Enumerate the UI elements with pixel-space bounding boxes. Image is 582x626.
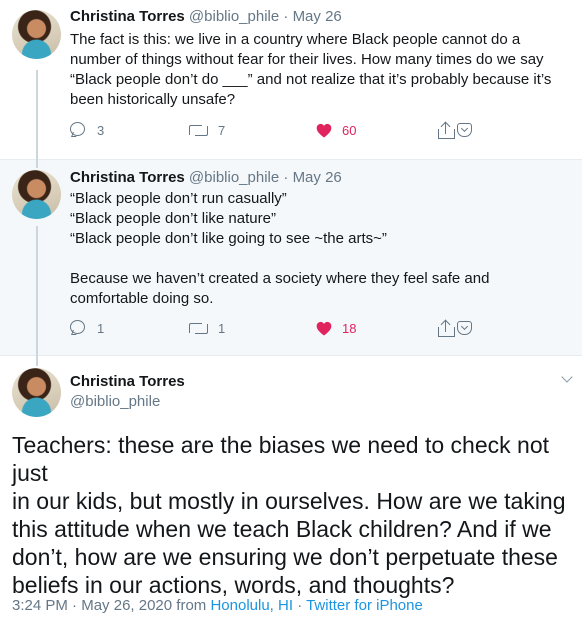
heart-icon [316, 321, 332, 336]
author-handle[interactable]: @biblio_phile [189, 8, 279, 25]
source-link[interactable]: Twitter for iPhone [306, 597, 423, 614]
separator-dot: · [283, 169, 289, 186]
tweet-header: Christina Torres @biblio_phile · May 26 [70, 168, 342, 188]
share-actions [438, 120, 472, 140]
tweet-text-line: “Black people don’t run casually” [70, 190, 287, 207]
tweet-text-line: comfortable doing so. [70, 290, 214, 307]
separator-dot: · [297, 597, 303, 614]
reply-button[interactable]: 3 [70, 120, 104, 140]
tweet-date[interactable]: May 26, 2020 [81, 597, 172, 614]
thread-connector-line [36, 160, 38, 168]
tweet-text-line: “Black people don’t like nature” [70, 210, 276, 227]
tweet-text-line: number of things without fear for their … [70, 51, 544, 68]
retweet-count: 1 [218, 320, 226, 336]
tweet-text-line: “Black people don’t do ___” and not real… [70, 71, 552, 88]
avatar[interactable] [12, 170, 61, 219]
reply-button[interactable]: 1 [70, 318, 104, 338]
thread-tweet-1[interactable]: Christina Torres @biblio_phile · May 26 … [0, 0, 582, 160]
heart-icon [316, 123, 332, 138]
separator-dot: · [72, 597, 78, 614]
pocket-icon[interactable] [457, 123, 472, 137]
tweet-text-line: Because we haven’t created a society whe… [70, 270, 490, 287]
like-button[interactable]: 60 [316, 120, 356, 140]
share-icon[interactable] [438, 319, 455, 337]
tweet-date[interactable]: May 26 [293, 169, 342, 186]
tweet-text-line: The fact is this: we live in a country w… [70, 31, 521, 48]
tweet-meta: 3:24 PM · May 26, 2020 from Honolulu, HI… [12, 596, 423, 616]
retweet-icon [188, 122, 208, 138]
author-name[interactable]: Christina Torres [70, 169, 185, 186]
tweet-text-line: been historically unsafe? [70, 91, 236, 108]
separator-dot: · [283, 8, 289, 25]
from-label: from [176, 597, 207, 614]
tweet-text-line: in our kids, but mostly in ourselves. Ho… [12, 488, 566, 514]
avatar[interactable] [12, 368, 61, 417]
tweet-header: Christina Torres @biblio_phile · May 26 [70, 7, 342, 27]
tweet-text: The fact is this: we live in a country w… [70, 30, 570, 110]
like-button[interactable]: 18 [316, 318, 356, 338]
pocket-icon[interactable] [457, 321, 472, 335]
reply-count: 3 [97, 122, 105, 138]
tweet-date[interactable]: May 26 [293, 8, 342, 25]
reply-icon [70, 320, 87, 336]
tweet-text: “Black people don’t run casually” “Black… [70, 189, 570, 309]
retweet-count: 7 [218, 122, 226, 138]
retweet-button[interactable]: 7 [188, 120, 225, 140]
tweet-text-blank-line [70, 249, 570, 269]
retweet-icon [188, 320, 208, 336]
like-count: 60 [342, 122, 357, 138]
share-actions [438, 318, 472, 338]
tweet-text-line: Teachers: these are the biases we need t… [12, 432, 549, 486]
location-link[interactable]: Honolulu, HI [210, 597, 293, 614]
share-icon[interactable] [438, 121, 455, 139]
tweet-text-line: beliefs in our actions, words, and thoug… [12, 572, 455, 598]
focal-tweet[interactable]: Christina Torres @biblio_phile Teachers:… [0, 356, 582, 626]
author-name[interactable]: Christina Torres [70, 8, 185, 25]
chevron-down-icon[interactable] [562, 374, 572, 384]
thread-connector-line [36, 226, 38, 356]
author-handle[interactable]: @biblio_phile [189, 169, 279, 186]
avatar[interactable] [12, 10, 61, 59]
tweet-text-line: don’t, how are we ensuring we don’t perp… [12, 544, 558, 570]
tweet-time[interactable]: 3:24 PM [12, 597, 68, 614]
reply-count: 1 [97, 320, 105, 336]
tweet-text-line: “Black people don’t like going to see ~t… [70, 230, 387, 247]
reply-icon [70, 122, 87, 138]
author-handle[interactable]: @biblio_phile [70, 392, 160, 412]
tweet-text: Teachers: these are the biases we need t… [12, 431, 572, 599]
like-count: 18 [342, 320, 357, 336]
retweet-button[interactable]: 1 [188, 318, 225, 338]
thread-tweet-2[interactable]: Christina Torres @biblio_phile · May 26 … [0, 160, 582, 356]
tweet-text-line: this attitude when we teach Black childr… [12, 516, 552, 542]
thread-connector-line [36, 70, 38, 160]
author-name[interactable]: Christina Torres [70, 372, 185, 392]
thread-connector-line [36, 356, 38, 366]
